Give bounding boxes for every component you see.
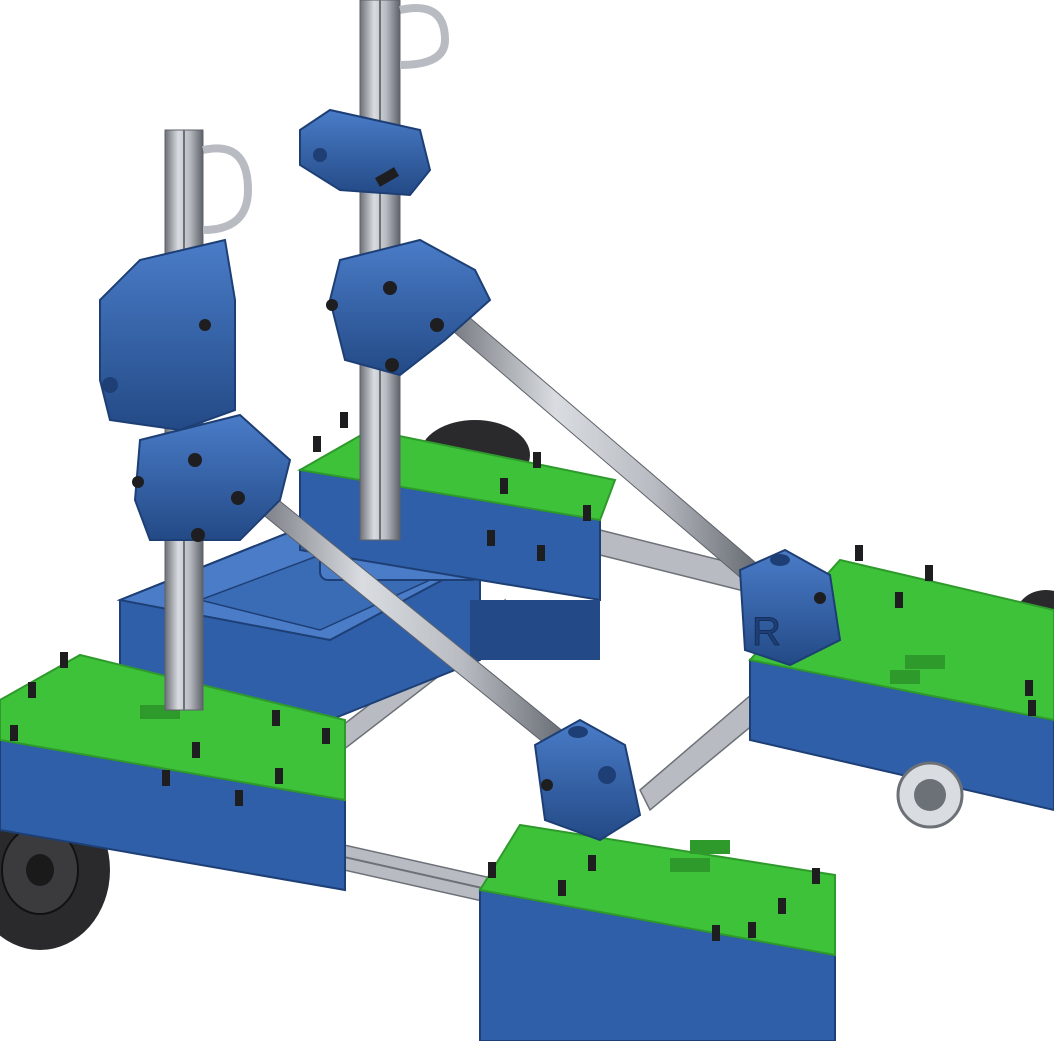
cad-render-canvas: R xyxy=(0,0,1054,1041)
mast-bracket-left-upper xyxy=(99,238,236,432)
corner-connector-front xyxy=(533,718,642,842)
mast-joint-left xyxy=(132,413,292,542)
mast-clamp-center xyxy=(299,108,432,197)
drive-module-front-right xyxy=(478,823,836,1041)
corner-mark-label: R xyxy=(752,610,781,654)
corner-connector-right: R xyxy=(738,548,842,667)
mast-joint-center xyxy=(326,238,492,377)
